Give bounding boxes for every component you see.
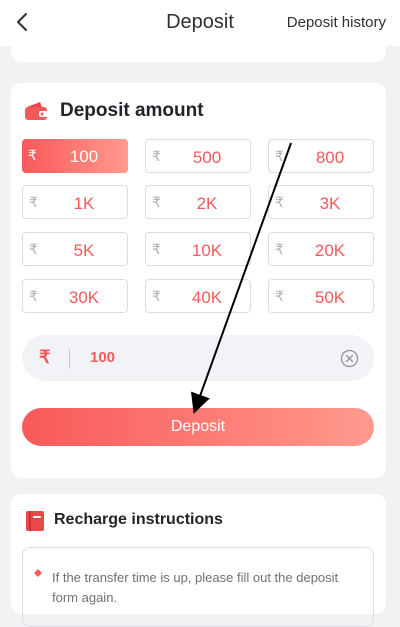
amount-option-label: 3K	[319, 194, 341, 213]
deposit-history-link[interactable]: Deposit history	[287, 14, 386, 31]
amount-option-5k[interactable]: ₹5K	[22, 232, 128, 266]
rupee-icon: ₹	[275, 194, 284, 210]
amount-option-1k[interactable]: ₹1K	[22, 185, 128, 219]
amount-option-label: 50K	[314, 288, 346, 307]
amount-option-800[interactable]: ₹800	[268, 139, 374, 173]
amount-option-3k[interactable]: ₹3K	[268, 185, 374, 219]
amount-option-label: 800	[315, 148, 345, 167]
amount-option-label: 40K	[191, 288, 223, 307]
input-divider	[69, 349, 70, 369]
diamond-bullet-icon	[34, 569, 42, 577]
rupee-icon: ₹	[39, 347, 51, 367]
rupee-icon: ₹	[29, 241, 38, 257]
amount-option-label: 30K	[68, 288, 100, 307]
rupee-icon: ₹	[275, 288, 284, 304]
instruction-item: If the transfer time is up, please fill …	[52, 570, 339, 605]
recharge-instructions-title: Recharge instructions	[54, 511, 223, 528]
wallet-icon	[25, 102, 48, 120]
amount-input-value[interactable]: 100	[90, 349, 320, 366]
amount-option-label: 100	[69, 147, 99, 166]
clear-circle-icon[interactable]	[340, 349, 359, 368]
amount-option-500[interactable]: ₹500	[145, 139, 251, 173]
deposit-button[interactable]: Deposit	[22, 408, 374, 446]
amount-option-30k[interactable]: ₹30K	[22, 279, 128, 313]
amount-option-100[interactable]: ₹100	[22, 139, 128, 173]
amount-option-label: 5K	[73, 241, 95, 260]
amount-option-label: 10K	[191, 241, 223, 260]
previous-card	[11, 40, 386, 62]
rupee-icon: ₹	[275, 148, 284, 164]
book-icon	[26, 511, 44, 531]
rupee-icon: ₹	[275, 241, 284, 257]
amount-option-label: 1K	[73, 194, 95, 213]
amount-option-50k[interactable]: ₹50K	[268, 279, 374, 313]
rupee-icon: ₹	[152, 148, 161, 164]
rupee-icon: ₹	[29, 194, 38, 210]
amount-option-10k[interactable]: ₹10K	[145, 232, 251, 266]
rupee-icon: ₹	[152, 194, 161, 210]
amount-option-label: 2K	[196, 194, 218, 213]
rupee-icon: ₹	[152, 288, 161, 304]
amount-option-2k[interactable]: ₹2K	[145, 185, 251, 219]
rupee-icon: ₹	[152, 241, 161, 257]
amount-option-label: 500	[192, 148, 222, 167]
deposit-amount-title: Deposit amount	[60, 100, 204, 121]
rupee-icon: ₹	[29, 288, 38, 304]
amount-option-40k[interactable]: ₹40K	[145, 279, 251, 313]
amount-option-20k[interactable]: ₹20K	[268, 232, 374, 266]
amount-input-field[interactable]: ₹ 100	[22, 335, 374, 381]
amount-option-label: 20K	[314, 241, 346, 260]
rupee-icon: ₹	[28, 147, 37, 163]
